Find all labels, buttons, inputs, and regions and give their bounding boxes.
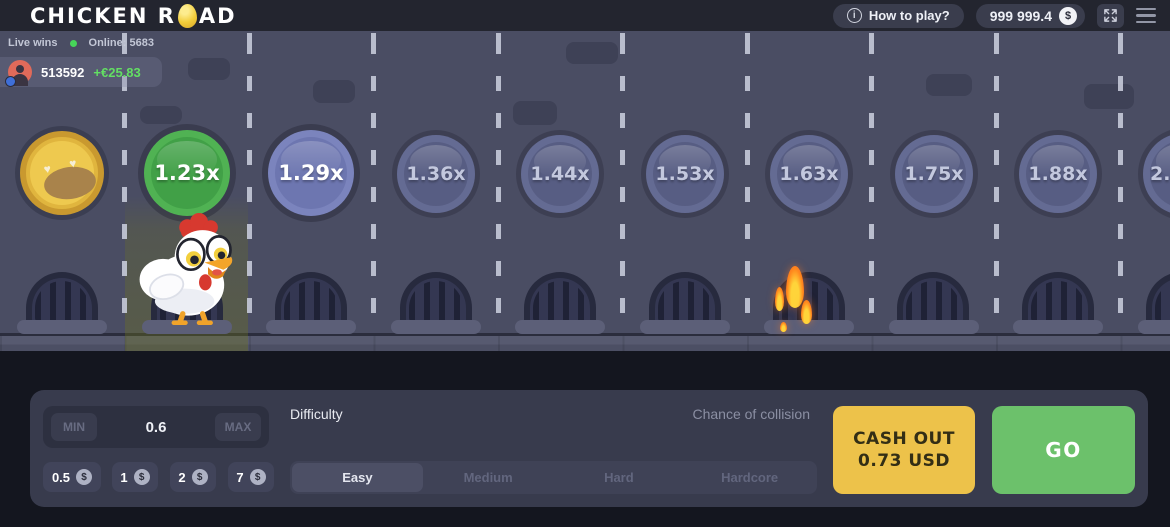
road-patch bbox=[926, 74, 972, 96]
lane-divider bbox=[745, 31, 750, 333]
difficulty-tabs: Easy Medium Hard Hardcore bbox=[290, 461, 817, 494]
live-wins-label: Live wins bbox=[8, 37, 58, 49]
grate-base bbox=[640, 320, 730, 334]
difficulty-label: Difficulty bbox=[290, 406, 343, 422]
fullscreen-icon bbox=[1104, 9, 1117, 22]
dollar-coin-icon: $ bbox=[133, 469, 150, 485]
multiplier-locked: 1.75x bbox=[895, 135, 973, 213]
road-patch bbox=[566, 42, 618, 64]
egg-icon bbox=[177, 3, 197, 28]
flame-icon bbox=[780, 322, 787, 332]
road-patch bbox=[188, 58, 230, 80]
dollar-coin-icon: $ bbox=[249, 469, 266, 485]
grate-base bbox=[889, 320, 979, 334]
tab-hard[interactable]: Hard bbox=[554, 463, 685, 492]
multiplier-locked: 1.44x bbox=[521, 135, 599, 213]
online-dot-icon bbox=[69, 39, 77, 47]
start-coin bbox=[20, 131, 104, 215]
tab-hardcore[interactable]: Hardcore bbox=[684, 463, 815, 492]
lane-divider bbox=[496, 31, 501, 333]
control-section: MIN 0.6 MAX 0.5 $ 1 $ 2 $ 7 $ Difficulty… bbox=[0, 351, 1170, 527]
road-patch bbox=[1084, 84, 1134, 109]
grate-base bbox=[266, 320, 356, 334]
cash-out-button[interactable]: CASH OUT 0.73 USD bbox=[833, 406, 975, 494]
dollar-coin-icon: $ bbox=[76, 469, 93, 485]
multiplier-locked-partial: 2. bbox=[1143, 133, 1170, 215]
logo: CHICKEN R AD bbox=[30, 3, 237, 28]
bet-chip-7[interactable]: 7 $ bbox=[228, 462, 274, 492]
balance-value: 999 999.4 bbox=[989, 7, 1052, 24]
menu-button[interactable] bbox=[1136, 7, 1162, 24]
road-patch bbox=[313, 80, 355, 103]
multiplier-passed: 1.23x bbox=[144, 130, 230, 216]
multiplier-locked: 1.36x bbox=[397, 135, 475, 213]
dollar-coin-icon: $ bbox=[191, 469, 208, 485]
control-panel: MIN 0.6 MAX 0.5 $ 1 $ 2 $ 7 $ Difficulty… bbox=[30, 390, 1148, 507]
bet-chip-2[interactable]: 2 $ bbox=[170, 462, 216, 492]
multiplier-locked: 1.88x bbox=[1019, 135, 1097, 213]
tab-medium[interactable]: Medium bbox=[423, 463, 554, 492]
online-count: Online: 5683 bbox=[88, 37, 154, 49]
lane-divider bbox=[620, 31, 625, 333]
go-button[interactable]: GO bbox=[992, 406, 1135, 494]
bet-chip-0.5[interactable]: 0.5 $ bbox=[43, 462, 101, 492]
lane-divider bbox=[869, 31, 874, 333]
how-to-play-button[interactable]: i How to play? bbox=[832, 3, 964, 28]
lane-divider bbox=[247, 31, 252, 333]
flame-icon bbox=[801, 300, 812, 324]
multiplier-locked: 1.53x bbox=[646, 135, 724, 213]
grate-base bbox=[1013, 320, 1103, 334]
chicken-road-game-screen: 1.23x 1.29x 1.36x 1.44x 1.53x 1.63x 1.75… bbox=[0, 0, 1170, 527]
grate-base bbox=[515, 320, 605, 334]
live-wins-bar: Live wins Online: 5683 bbox=[8, 37, 154, 49]
balance-display[interactable]: 999 999.4 $ bbox=[975, 3, 1085, 28]
multiplier-locked: 1.63x bbox=[770, 135, 848, 213]
live-win-entry: 513592 +€25.83 bbox=[0, 57, 162, 87]
multiplier-next: 1.29x bbox=[268, 130, 354, 216]
coin-face bbox=[26, 137, 98, 209]
dollar-coin-icon: $ bbox=[1059, 6, 1077, 25]
player-id: 513592 bbox=[41, 64, 85, 80]
flame-icon bbox=[775, 287, 784, 311]
avatar-badge-icon bbox=[5, 76, 16, 87]
chance-of-collision-label: Chance of collision bbox=[692, 406, 810, 422]
grate-base bbox=[1138, 320, 1170, 334]
lane-divider bbox=[1118, 31, 1123, 333]
max-bet-button[interactable]: MAX bbox=[215, 413, 261, 441]
player-avatar bbox=[5, 60, 32, 87]
road-patch bbox=[140, 106, 182, 124]
lane-divider bbox=[994, 31, 999, 333]
bet-amount-bar: MIN 0.6 MAX bbox=[43, 406, 269, 448]
top-bar: CHICKEN R AD i How to play? 999 999.4 $ bbox=[0, 0, 1170, 31]
grate-base bbox=[17, 320, 107, 334]
bet-chip-1[interactable]: 1 $ bbox=[112, 462, 158, 492]
grate-base bbox=[391, 320, 481, 334]
tab-easy[interactable]: Easy bbox=[292, 463, 423, 492]
fullscreen-button[interactable] bbox=[1097, 3, 1124, 28]
lane-divider bbox=[371, 31, 376, 333]
road-patch bbox=[513, 101, 557, 125]
roast-chicken-emblem bbox=[42, 163, 98, 203]
player-win-amount: +€25.83 bbox=[93, 64, 141, 80]
info-icon: i bbox=[846, 8, 862, 23]
chicken-character bbox=[139, 213, 233, 326]
